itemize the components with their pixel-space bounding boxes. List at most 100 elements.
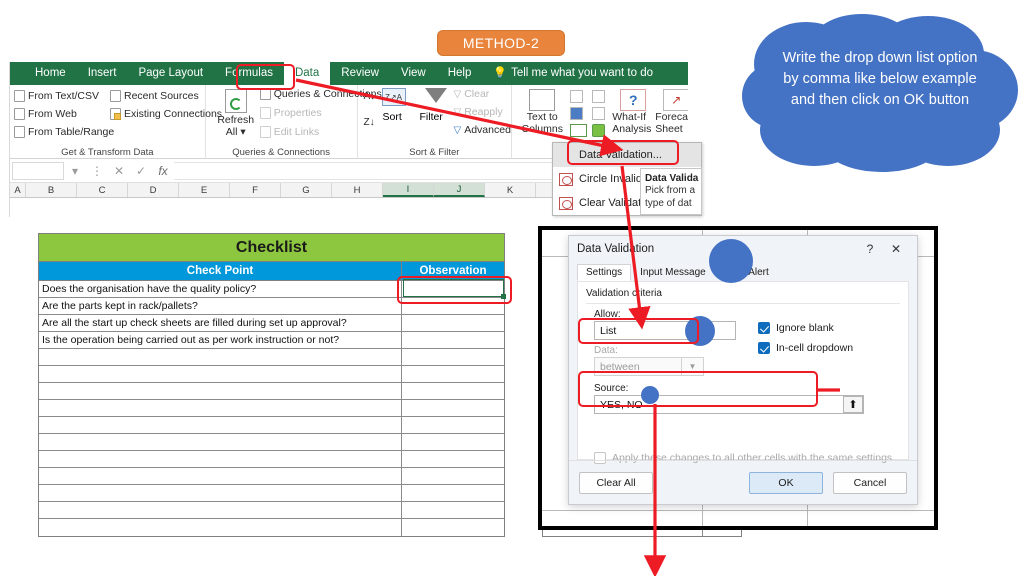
- column-header-f[interactable]: F: [230, 183, 281, 197]
- ribbon-tab-review[interactable]: Review: [330, 62, 390, 85]
- ignore-blank-checkbox[interactable]: [758, 322, 770, 334]
- table-row-empty[interactable]: [39, 451, 504, 468]
- observation-cell-empty[interactable]: [402, 468, 504, 484]
- from-web-button[interactable]: From Web: [14, 108, 77, 120]
- name-box[interactable]: [12, 161, 64, 180]
- existing-connections-icon: [110, 108, 121, 120]
- column-header-b[interactable]: B: [26, 183, 77, 197]
- refresh-icon: [224, 89, 247, 113]
- ribbon-tab-view[interactable]: View: [390, 62, 437, 85]
- column-header-h[interactable]: H: [332, 183, 383, 197]
- table-row[interactable]: Are all the start up check sheets are fi…: [39, 315, 504, 332]
- sort-az-icon[interactable]: A↓: [364, 91, 376, 102]
- column-header-g[interactable]: G: [281, 183, 332, 197]
- what-if-analysis-button[interactable]: ? What-If Analysis: [612, 89, 654, 135]
- table-row-empty[interactable]: [39, 468, 504, 485]
- insert-function-icon[interactable]: fx: [152, 164, 174, 178]
- from-table-range-button[interactable]: From Table/Range: [14, 126, 114, 138]
- recent-sources-button[interactable]: Recent Sources: [110, 90, 199, 102]
- text-csv-icon: [14, 90, 25, 102]
- dialog-title: Data Validation: [577, 243, 655, 255]
- table-row-empty[interactable]: [39, 502, 504, 519]
- column-header-e[interactable]: E: [179, 183, 230, 197]
- table-row[interactable]: Is the operation being carried out as pe…: [39, 332, 504, 349]
- relationships-icon[interactable]: [592, 107, 606, 120]
- advanced-filter-button[interactable]: ▽ Advanced: [454, 124, 511, 136]
- table-row-empty[interactable]: [39, 366, 504, 383]
- frame-gridline: [542, 510, 934, 511]
- ribbon-tab-home[interactable]: Home: [24, 62, 77, 85]
- ribbon-tab-insert[interactable]: Insert: [77, 62, 128, 85]
- table-row-empty[interactable]: [39, 417, 504, 434]
- tab-input-message[interactable]: Input Message: [631, 264, 715, 281]
- column-header-d[interactable]: D: [128, 183, 179, 197]
- collapse-dialog-icon[interactable]: ⬆: [843, 396, 863, 413]
- insert-function-divider: ⋮: [91, 163, 103, 178]
- text-to-columns-button[interactable]: Text to Columns: [518, 89, 566, 135]
- observation-cell[interactable]: [402, 332, 504, 348]
- observation-cell-empty[interactable]: [402, 383, 504, 399]
- column-header-c[interactable]: C: [77, 183, 128, 197]
- checkpoint-cell-empty: [39, 485, 402, 501]
- dialog-close-icon[interactable]: ✕: [883, 242, 909, 256]
- clear-validation-circles-icon: [559, 196, 573, 210]
- refresh-all-label-1: Refresh: [217, 114, 255, 126]
- confirm-entry-icon[interactable]: ✓: [130, 164, 152, 178]
- observation-cell-empty[interactable]: [402, 485, 504, 501]
- observation-cell-empty[interactable]: [402, 502, 504, 518]
- sort-za-icon[interactable]: Z↓: [364, 117, 375, 128]
- observation-cell-empty[interactable]: [402, 349, 504, 365]
- table-row-empty[interactable]: [39, 383, 504, 400]
- manage-data-model-icon[interactable]: [592, 124, 606, 137]
- custom-sort-icon[interactable]: Z↗A: [381, 88, 406, 106]
- ignore-blank-row[interactable]: Ignore blank: [758, 322, 834, 334]
- table-row-empty[interactable]: [39, 485, 504, 502]
- cancel-button[interactable]: Cancel: [833, 471, 907, 494]
- filter-funnel-icon[interactable]: [424, 88, 447, 103]
- column-header-a[interactable]: A: [10, 183, 26, 197]
- edit-links-button: Edit Links: [259, 126, 319, 138]
- in-cell-dropdown-row[interactable]: In-cell dropdown: [758, 342, 853, 354]
- data-validation-icon[interactable]: [570, 124, 588, 137]
- observation-cell[interactable]: [402, 315, 504, 331]
- method-badge: METHOD-2: [437, 30, 565, 56]
- table-row-empty[interactable]: [39, 400, 504, 417]
- remove-duplicates-icon[interactable]: [570, 107, 584, 120]
- forecast-sheet-button[interactable]: ↗ Forecast Sheet: [655, 89, 688, 135]
- consolidate-icon[interactable]: [592, 90, 606, 103]
- column-header-k[interactable]: K: [485, 183, 536, 197]
- observation-cell-empty[interactable]: [402, 519, 504, 536]
- name-box-dropdown-icon[interactable]: ▾: [64, 164, 86, 178]
- from-text-csv-button[interactable]: From Text/CSV: [14, 90, 99, 102]
- refresh-all-button[interactable]: Refresh All ▾: [216, 89, 256, 138]
- tab-settings[interactable]: Settings: [577, 264, 632, 281]
- ignore-blank-label: Ignore blank: [776, 322, 834, 334]
- text-to-columns-icon: [529, 89, 556, 111]
- table-row-empty[interactable]: [39, 434, 504, 451]
- column-header-j[interactable]: J: [434, 183, 485, 197]
- highlight-box-source-field: [578, 371, 818, 407]
- table-row-empty[interactable]: [39, 519, 504, 536]
- checkpoint-cell-empty: [39, 349, 402, 365]
- clear-icon: ▽: [453, 88, 462, 100]
- sort-label[interactable]: Sort: [383, 111, 402, 123]
- filter-label[interactable]: Filter: [420, 111, 443, 123]
- ribbon-tab-page-layout[interactable]: Page Layout: [127, 62, 214, 85]
- table-row-empty[interactable]: [39, 349, 504, 366]
- clear-all-button[interactable]: Clear All: [579, 471, 653, 494]
- ok-button[interactable]: OK: [749, 471, 823, 494]
- validation-criteria-label: Validation criteria: [586, 288, 662, 299]
- dialog-help-icon[interactable]: ?: [857, 242, 883, 256]
- in-cell-dropdown-checkbox[interactable]: [758, 342, 770, 354]
- observation-cell-empty[interactable]: [402, 434, 504, 450]
- column-header-i[interactable]: I: [383, 183, 434, 197]
- tell-me-box[interactable]: 💡 Tell me what you want to do: [482, 62, 664, 85]
- observation-cell-empty[interactable]: [402, 400, 504, 416]
- observation-cell-empty[interactable]: [402, 451, 504, 467]
- checkpoint-cell: Does the organisation have the quality p…: [39, 281, 402, 297]
- observation-cell-empty[interactable]: [402, 417, 504, 433]
- ribbon-tab-help[interactable]: Help: [437, 62, 483, 85]
- flash-fill-icon[interactable]: [570, 90, 584, 103]
- cancel-entry-icon[interactable]: ✕: [108, 164, 130, 178]
- observation-cell-empty[interactable]: [402, 366, 504, 382]
